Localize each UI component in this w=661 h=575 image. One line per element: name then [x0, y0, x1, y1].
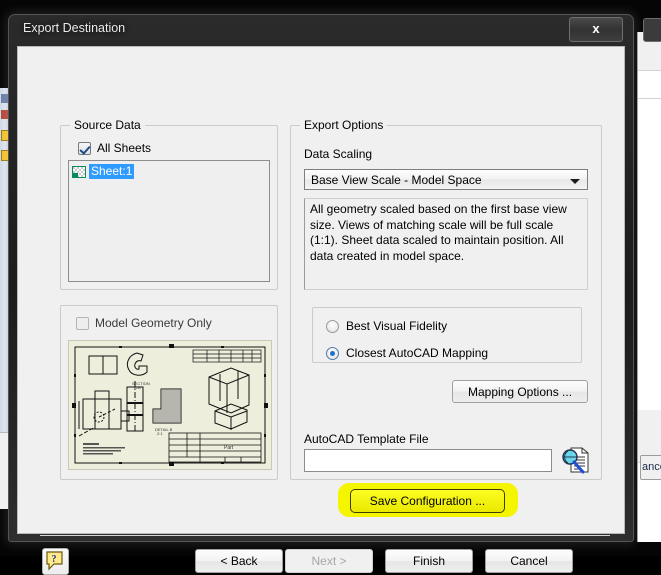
mapping-options-button[interactable]: Mapping Options ... [452, 380, 588, 403]
bg-right-line-2 [638, 98, 661, 99]
closest-autocad-mapping-label: Closest AutoCAD Mapping [346, 346, 489, 360]
finish-button[interactable]: Finish [385, 549, 473, 573]
radio-row-closest-autocad-mapping[interactable]: Closest AutoCAD Mapping [326, 346, 488, 360]
save-configuration-button[interactable]: Save Configuration ... [350, 489, 505, 513]
dialog-titlebar[interactable]: Export Destination x [9, 15, 633, 45]
cancel-button[interactable]: Cancel [485, 549, 573, 573]
bg-right-line-1 [638, 70, 661, 71]
next-button: Next > [285, 549, 373, 573]
all-sheets-checkbox[interactable] [78, 141, 91, 155]
browse-file-icon[interactable] [559, 445, 591, 475]
chevron-down-icon [570, 179, 580, 184]
list-item[interactable]: Sheet:1 [72, 164, 269, 179]
all-sheets-row[interactable]: All Sheets [78, 141, 151, 155]
bg-icon-1 [1, 94, 8, 103]
dialog-client-area: Source Data All Sheets Sheet:1 Model Geo… [17, 46, 625, 575]
back-button[interactable]: < Back [195, 549, 283, 573]
svg-text:Part: Part [224, 445, 234, 451]
all-sheets-label: All Sheets [97, 141, 152, 155]
model-geometry-only-label: Model Geometry Only [95, 316, 212, 330]
sheet-item-label: Sheet:1 [89, 164, 135, 179]
magnifier-document-icon [562, 447, 589, 474]
export-destination-dialog: Export Destination x Source Data All She… [8, 14, 634, 575]
best-visual-fidelity-radio[interactable] [326, 319, 339, 333]
footer-separator [40, 535, 610, 536]
sheets-list[interactable]: Sheet:1 [68, 160, 270, 282]
model-geometry-only-checkbox[interactable] [76, 316, 89, 330]
data-scaling-selected-value: Base View Scale - Model Space [311, 173, 482, 187]
bg-icon-2 [1, 110, 8, 119]
help-button[interactable]: ? [42, 548, 69, 575]
data-scaling-dropdown[interactable]: Base View Scale - Model Space [304, 169, 588, 190]
autocad-template-file-input[interactable] [304, 449, 552, 472]
svg-text:2:1: 2:1 [157, 431, 163, 436]
window-title: Export Destination [23, 21, 126, 35]
radio-row-best-visual-fidelity[interactable]: Best Visual Fidelity [326, 319, 447, 333]
close-icon[interactable]: x [569, 17, 623, 42]
background-window-cancel-button[interactable]: ance [640, 455, 661, 480]
closest-autocad-mapping-radio[interactable] [326, 346, 339, 360]
background-window-titlebar-button [643, 18, 661, 42]
data-scaling-description: All geometry scaled based on the first b… [304, 198, 588, 290]
best-visual-fidelity-label: Best Visual Fidelity [346, 319, 448, 333]
source-data-legend: Source Data [70, 118, 145, 132]
sheet-icon [72, 165, 86, 178]
help-question-icon: ? [46, 551, 63, 571]
drawing-sheet-preview: SECTION A-A DETAIL B 2:1 Part [68, 340, 272, 470]
autocad-template-file-label: AutoCAD Template File [304, 432, 429, 446]
preview-drawing-svg: SECTION A-A DETAIL B 2:1 Part [69, 341, 271, 469]
model-geometry-only-row[interactable]: Model Geometry Only [76, 316, 212, 330]
export-options-legend: Export Options [300, 118, 388, 132]
data-scaling-label: Data Scaling [304, 147, 373, 161]
